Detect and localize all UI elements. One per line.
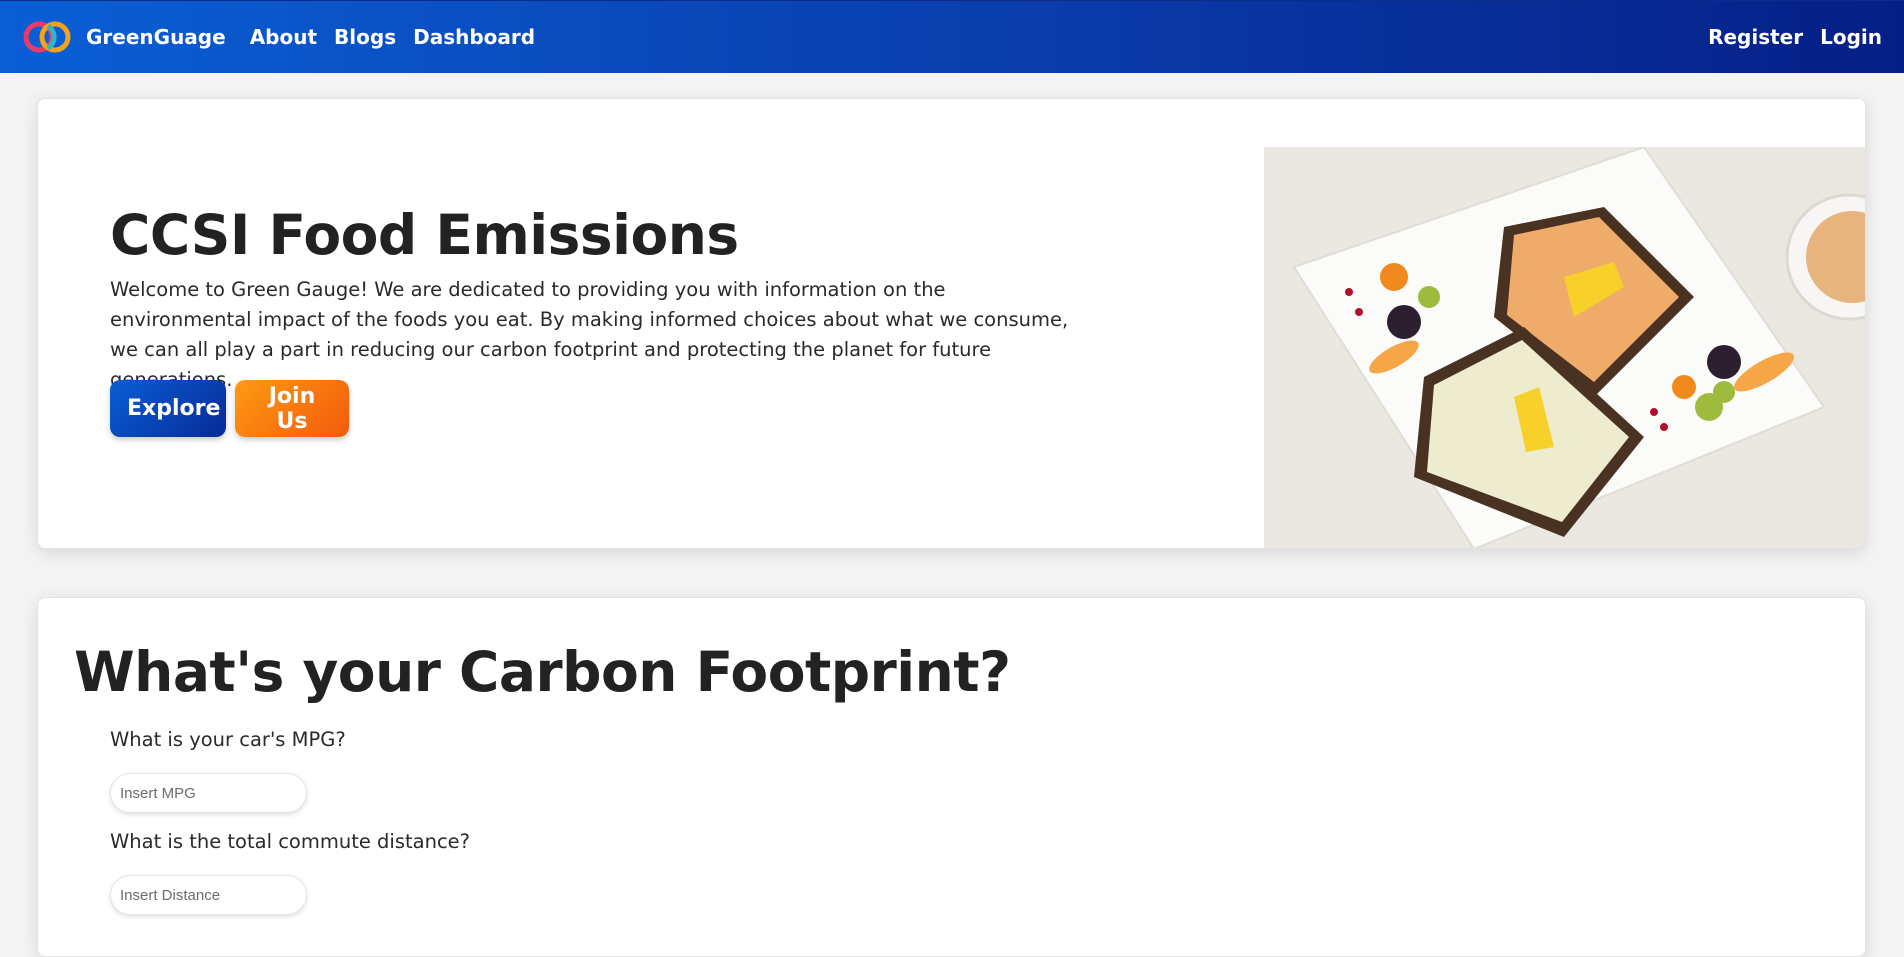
carbon-footprint-card: What's your Carbon Footprint? What is yo…: [37, 597, 1866, 957]
brand-home-link[interactable]: GreenGuage: [20, 17, 226, 57]
main-nav: About Blogs Dashboard: [250, 25, 535, 49]
hero-card: CCSI Food Emissions Welcome to Green Gau…: [37, 98, 1866, 549]
join-us-button[interactable]: Join Us: [235, 380, 349, 437]
hero-description: Welcome to Green Gauge! We are dedicated…: [110, 278, 1069, 391]
hero-title: CCSI Food Emissions: [110, 203, 739, 267]
brand-name: GreenGuage: [86, 25, 226, 49]
nav-link-login[interactable]: Login: [1820, 25, 1882, 49]
carbon-title: What's your Carbon Footprint?: [74, 640, 1011, 704]
mpg-input[interactable]: [110, 773, 307, 813]
hero-buttons: Explore Join Us: [110, 380, 349, 437]
nav-link-blogs[interactable]: Blogs: [334, 25, 396, 49]
nav-link-about[interactable]: About: [250, 25, 317, 49]
distance-label: What is the total commute distance?: [110, 830, 471, 853]
greengauge-logo-icon: [20, 17, 74, 57]
nav-link-register[interactable]: Register: [1708, 25, 1803, 49]
auth-nav: Register Login: [1708, 25, 1884, 49]
nav-link-dashboard[interactable]: Dashboard: [413, 25, 535, 49]
food-plate-image: [1264, 147, 1865, 548]
top-navbar: GreenGuage About Blogs Dashboard Registe…: [0, 0, 1904, 73]
distance-input[interactable]: [110, 875, 307, 915]
explore-button[interactable]: Explore: [110, 380, 226, 437]
mpg-label: What is your car's MPG?: [110, 728, 346, 751]
